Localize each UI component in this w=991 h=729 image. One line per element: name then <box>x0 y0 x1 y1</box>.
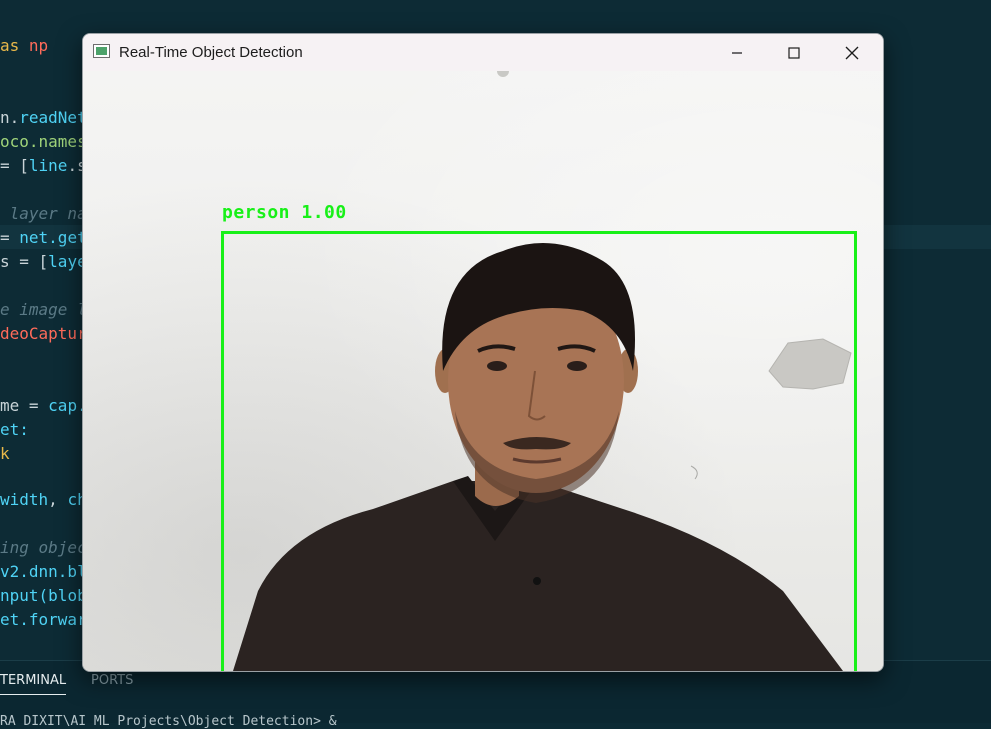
code-line: k <box>0 442 10 466</box>
code-token: , <box>48 490 68 509</box>
maximize-icon <box>788 46 800 59</box>
code-line: as np <box>0 34 48 58</box>
detection-label: person 1.00 <box>222 202 347 223</box>
code-line: v2.dnn.bl <box>0 560 87 584</box>
code-token: v2.dnn.bl <box>0 562 87 581</box>
code-token: s = [ <box>0 252 49 271</box>
code-line: et.forwar <box>0 608 87 632</box>
code-token: net <box>19 228 49 247</box>
code-token: = <box>0 228 20 247</box>
window-title: Real-Time Object Detection <box>119 44 303 61</box>
minimize-button[interactable] <box>708 34 766 71</box>
code-line: = [line.s <box>0 154 87 178</box>
code-token: oco.names <box>0 132 87 151</box>
opencv-window-icon <box>93 44 110 58</box>
code-line: n.readNet <box>0 106 87 130</box>
code-token: layer na <box>0 204 87 223</box>
minimize-icon <box>732 51 742 54</box>
code-line: e image l <box>0 298 87 322</box>
object-detection-window[interactable]: Real-Time Object Detection person 1.00 <box>82 33 884 672</box>
code-line: = net.get <box>0 226 87 250</box>
code-token: = [ <box>0 156 29 175</box>
code-token: np <box>28 36 49 55</box>
code-token: ing objec <box>0 538 87 557</box>
code-token: readNet <box>19 108 87 127</box>
code-line: layer na <box>0 202 87 226</box>
code-token: nput( <box>0 586 49 605</box>
code-token: n. <box>0 108 20 127</box>
close-icon <box>845 46 859 59</box>
code-line: et: <box>0 418 29 442</box>
code-token: et: <box>0 420 29 439</box>
tab-ports[interactable]: PORTS <box>91 673 133 688</box>
code-token: et.forwar <box>0 610 87 629</box>
maximize-button[interactable] <box>765 34 823 71</box>
code-line: ing objec <box>0 536 87 560</box>
code-line: oco.names <box>0 130 87 154</box>
code-token: me = <box>0 396 49 415</box>
code-token: cap. <box>48 396 87 415</box>
code-token: line <box>28 156 68 175</box>
code-line: me = cap. <box>0 394 87 418</box>
window-titlebar[interactable]: Real-Time Object Detection <box>83 34 883 71</box>
code-token: deoCaptur <box>0 324 87 343</box>
code-token: width <box>0 490 49 509</box>
code-line: nput(blob <box>0 584 87 608</box>
code-token: as <box>0 36 29 55</box>
code-token: e image l <box>0 300 87 319</box>
code-line: width, ch <box>0 488 87 512</box>
code-token: k <box>0 444 10 463</box>
code-token: laye <box>48 252 87 271</box>
tab-terminal[interactable]: TERMINAL <box>0 673 67 695</box>
camera-frame: person 1.00 <box>83 71 883 671</box>
code-line: deoCaptur <box>0 322 87 346</box>
code-token: .get <box>48 228 87 247</box>
close-button[interactable] <box>823 34 881 71</box>
code-token: blob <box>48 586 87 605</box>
detection-bounding-box <box>221 231 857 671</box>
code-line: s = [laye <box>0 250 87 274</box>
